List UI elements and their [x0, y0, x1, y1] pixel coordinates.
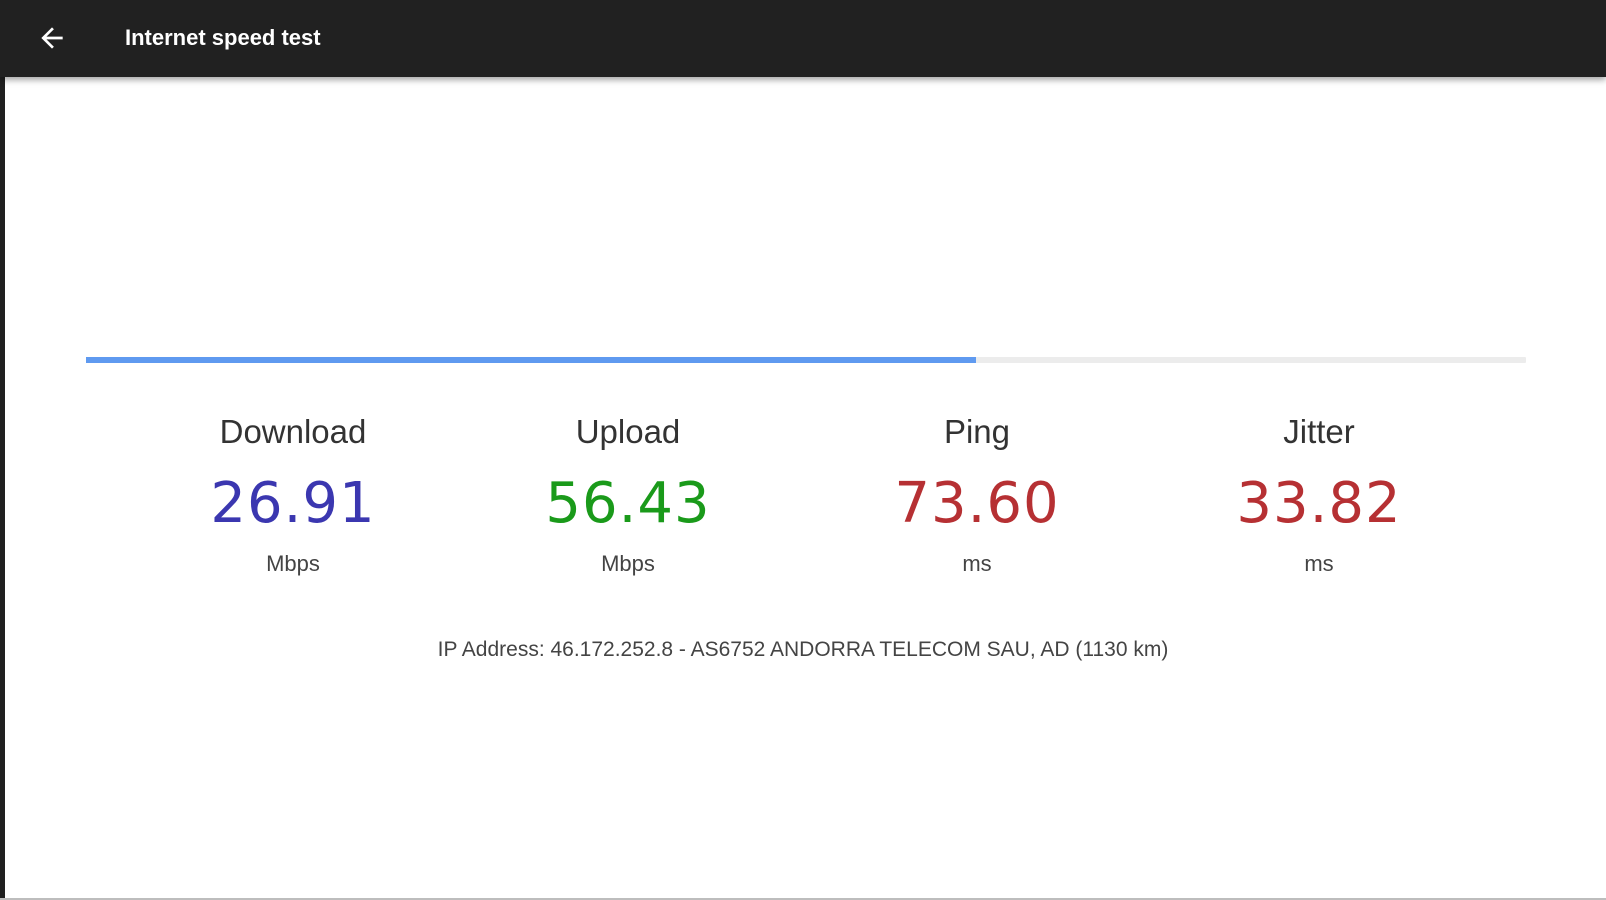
jitter-value: 33.82 — [1236, 471, 1402, 536]
ping-unit: ms — [962, 551, 992, 576]
ping-label: Ping — [943, 413, 1011, 450]
speed-test-screen: Internet speed test Download 26.91 Mbps … — [0, 0, 1606, 900]
arrow-back-icon — [41, 27, 63, 49]
ip-address-info: IP Address: 46.172.252.8 - AS6752 ANDORR… — [437, 638, 1169, 661]
ping-value: 73.60 — [894, 471, 1060, 536]
upload-unit: Mbps — [601, 551, 655, 576]
jitter-label: Jitter — [1283, 413, 1355, 450]
app-toolbar: Internet speed test — [0, 0, 1606, 77]
download-label: Download — [219, 413, 367, 450]
window-left-edge — [0, 0, 5, 900]
download-unit: Mbps — [266, 551, 320, 576]
upload-label: Upload — [575, 413, 681, 450]
upload-value: 56.43 — [545, 471, 711, 536]
page-title: Internet speed test — [125, 25, 321, 50]
jitter-metric: Jitter 33.82 ms — [1169, 412, 1469, 578]
back-button[interactable] — [30, 16, 74, 60]
progress-bar — [86, 357, 1526, 363]
jitter-unit: ms — [1304, 551, 1334, 576]
download-value: 26.91 — [210, 471, 376, 536]
download-metric: Download 26.91 Mbps — [143, 412, 443, 578]
ping-metric: Ping 73.60 ms — [827, 412, 1127, 578]
upload-metric: Upload 56.43 Mbps — [478, 412, 778, 578]
progress-bar-fill — [86, 357, 976, 363]
